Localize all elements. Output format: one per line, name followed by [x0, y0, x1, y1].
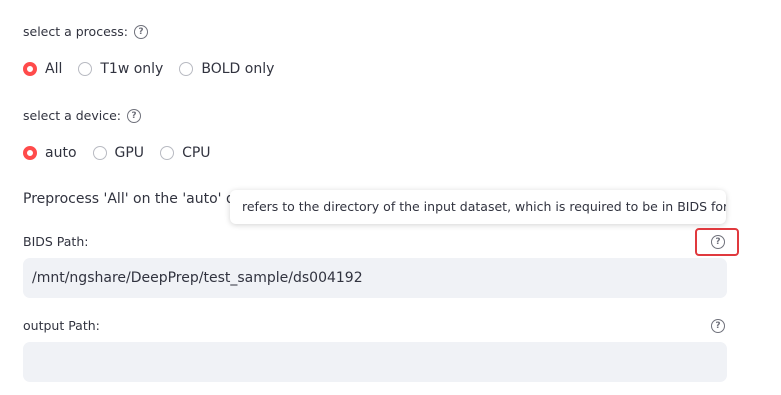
process-label-text: select a process:: [23, 24, 128, 39]
device-option-label: auto: [45, 145, 77, 161]
summary-text: Preprocess 'All' on the 'auto' de: [23, 191, 244, 207]
process-option-all[interactable]: All: [23, 61, 62, 77]
bids-path-label: BIDS Path:: [23, 234, 89, 249]
bids-path-input[interactable]: /mnt/ngshare/DeepPrep/test_sample/ds0041…: [23, 258, 727, 298]
device-option-gpu[interactable]: GPU: [92, 145, 145, 161]
device-radio-group: auto GPU CPU: [23, 145, 227, 161]
process-help-icon[interactable]: ?: [134, 24, 148, 39]
highlight-box: [695, 228, 739, 256]
device-option-auto[interactable]: auto: [23, 145, 77, 161]
process-option-t1w[interactable]: T1w only: [78, 61, 163, 77]
radio-selected-icon[interactable]: [23, 146, 37, 160]
output-path-input[interactable]: [23, 342, 727, 382]
process-option-label: T1w only: [100, 61, 164, 77]
output-path-help-icon[interactable]: ?: [711, 319, 725, 333]
device-label: select a device: ?: [23, 108, 142, 123]
process-option-label: All: [45, 61, 63, 77]
radio-unselected-icon[interactable]: [160, 146, 175, 160]
process-label: select a process: ?: [23, 24, 148, 39]
device-option-label: GPU: [114, 145, 145, 161]
process-option-label: BOLD only: [201, 61, 275, 77]
radio-unselected-icon[interactable]: [78, 62, 93, 76]
device-option-cpu[interactable]: CPU: [160, 145, 211, 161]
radio-selected-icon[interactable]: [23, 62, 37, 76]
device-option-label: CPU: [182, 145, 211, 161]
device-label-text: select a device:: [23, 108, 122, 123]
process-option-bold[interactable]: BOLD only: [179, 61, 274, 77]
help-tooltip: refers to the directory of the input dat…: [230, 190, 726, 224]
output-path-label: output Path:: [23, 318, 100, 333]
process-radio-group: All T1w only BOLD only: [23, 61, 290, 77]
device-help-icon[interactable]: ?: [127, 108, 142, 123]
radio-unselected-icon[interactable]: [92, 146, 107, 160]
radio-unselected-icon[interactable]: [179, 62, 194, 76]
